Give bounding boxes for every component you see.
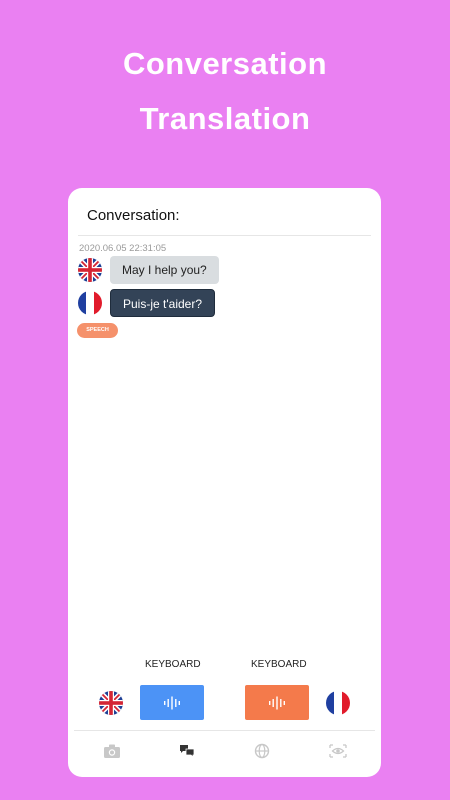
france-flag-icon[interactable]: [326, 691, 350, 715]
french-speak-button[interactable]: [245, 685, 309, 720]
hero-title-line1: Conversation: [122, 46, 328, 81]
message-bubble-french[interactable]: Puis-je t'aider?: [110, 289, 215, 317]
camera-icon[interactable]: [103, 743, 121, 759]
speech-tag[interactable]: SPEECH: [77, 323, 118, 338]
voice-wave-icon: [164, 696, 180, 709]
conversation-card: Conversation: 2020.06.05 22:31:05 May I …: [68, 188, 381, 777]
tabbar-divider: [74, 730, 375, 731]
card-title: Conversation:: [87, 207, 180, 224]
english-speak-button[interactable]: [140, 685, 204, 720]
message-bubble-english[interactable]: May I help you?: [110, 256, 219, 284]
right-keyboard-button[interactable]: KEYBOARD: [251, 659, 307, 670]
france-flag-icon: [78, 291, 102, 315]
voice-wave-icon: [269, 696, 285, 709]
header-divider: [78, 235, 371, 236]
hero-title-line2: Translation: [139, 101, 311, 136]
left-keyboard-button[interactable]: KEYBOARD: [145, 659, 201, 670]
uk-flag-icon: [78, 258, 102, 282]
uk-flag-icon[interactable]: [99, 691, 123, 715]
conversation-icon[interactable]: [178, 743, 196, 759]
message-timestamp: 2020.06.05 22:31:05: [79, 243, 167, 254]
globe-icon[interactable]: [253, 743, 271, 759]
eye-icon[interactable]: [329, 743, 347, 759]
